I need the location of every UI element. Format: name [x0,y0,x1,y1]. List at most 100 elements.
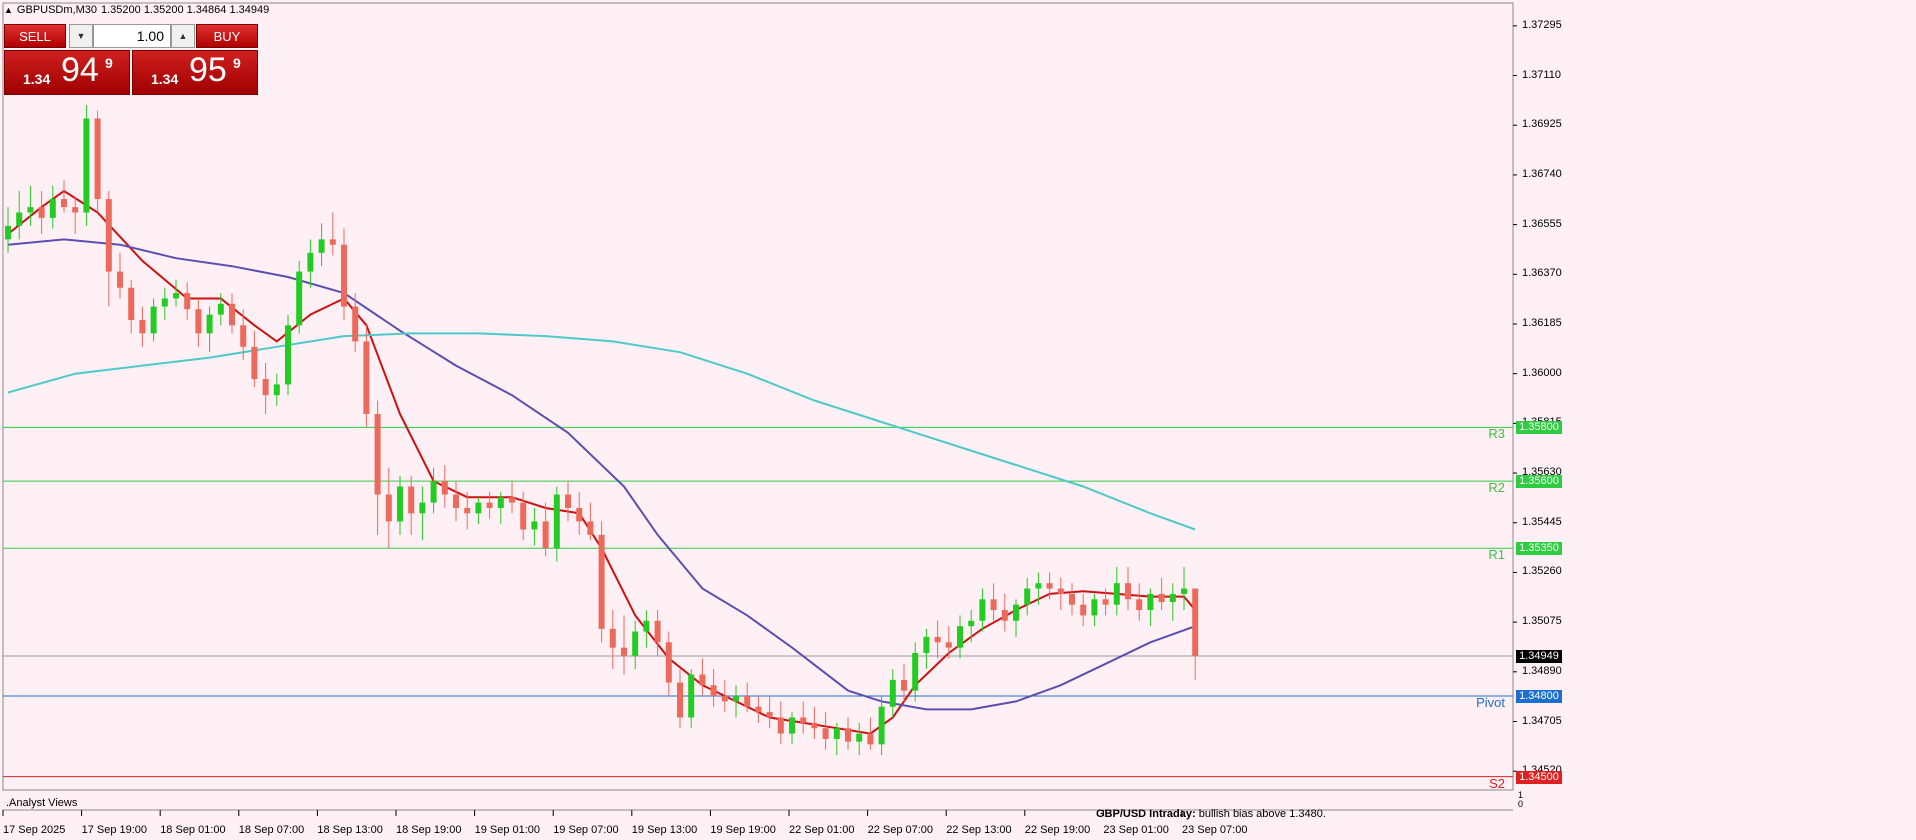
time-axis-label: 18 Sep 07:00 [238,824,305,836]
candle-body [979,599,986,621]
candle-body [576,507,583,522]
ohlc-label: 1.35200 1.35200 1.34864 1.34949 [101,4,270,16]
candle-body [598,534,605,629]
candle-body [341,244,347,307]
candle-body [721,695,728,702]
candle-body [1046,583,1053,589]
price-axis-label: 1.34890 [1522,664,1562,677]
price-axis-label: 1.37110 [1522,68,1561,81]
candle-body [128,287,135,320]
candle-body [800,717,807,723]
buy-button[interactable]: BUY [196,24,258,48]
candle-body [699,674,706,686]
price-axis-label: 1.36000 [1522,366,1562,379]
candle-body [677,682,683,718]
price-axis-label: 1.35260 [1522,565,1562,578]
lot-size-input[interactable] [93,24,171,48]
price-axis-label: 1.35445 [1522,515,1562,528]
candle-body [229,303,235,326]
time-axis-label: 22 Sep 19:00 [1024,824,1091,836]
level-name-label: R3 [1488,426,1505,442]
price-axis-label: 1.36925 [1522,118,1562,131]
level-name-label: Pivot [1476,694,1505,710]
sell-button[interactable]: SELL [4,24,66,48]
candle-body [643,620,650,632]
candle-body [710,685,717,696]
candle-body [1102,599,1109,605]
candle-body [385,494,392,522]
candle-body [285,325,291,385]
candle-body [352,306,359,342]
price-axis-label: 1.36185 [1522,316,1562,329]
candle-body [430,481,437,503]
candle-body [1169,593,1176,602]
ticker-title: GBP/USD Intraday: [1096,808,1196,820]
time-axis-label: 19 Sep 19:00 [710,824,776,836]
candle-body [72,207,79,213]
candle-body [565,494,571,508]
level-price-tag: 1.35600 [1516,475,1562,489]
candle-body [755,706,762,713]
candle-body [363,341,370,414]
collapse-triangle-icon[interactable]: ▲ [4,5,13,15]
candle-body [27,207,34,213]
candle-body [464,507,471,514]
candle-body [475,502,482,514]
candle-body [833,728,840,739]
time-axis-label: 22 Sep 01:00 [789,824,855,836]
level-name-label: R2 [1488,480,1505,496]
current-price-tag: 1.34949 [1516,649,1562,663]
sell-quote-fraction: 9 [105,55,113,71]
candle-body [1057,588,1064,594]
price-axis-label: 1.36370 [1522,267,1562,280]
candle-body [856,733,863,742]
candle-body [867,733,874,745]
sell-quote[interactable]: 1.34 94 9 [4,50,130,95]
lot-increase-icon[interactable]: ▲ [171,24,195,48]
candle-body [1125,583,1131,600]
candle-body [262,379,269,396]
candle-body [38,207,45,218]
candle-body [901,679,907,691]
candle-body [811,722,818,729]
candle-body [497,497,504,508]
candle-body [139,319,146,334]
candle-body [61,199,67,208]
candle-body [173,293,179,299]
buy-quote[interactable]: 1.34 95 9 [132,50,258,95]
level-price-tag: 1.34500 [1516,770,1562,784]
candle-body [397,486,403,522]
time-axis-label: 19 Sep 13:00 [631,824,698,836]
candle-body [665,642,672,683]
lot-decrease-icon[interactable]: ▼ [69,24,93,48]
candle-body [195,309,202,334]
level-price-tag: 1.35350 [1516,542,1562,556]
candle-body [889,679,896,707]
candle-body [217,303,224,315]
time-axis-label: 22 Sep 07:00 [867,824,934,836]
news-ticker: GBP/USD Intraday: bullish bias above 1.3… [1096,808,1326,820]
candle-body [1147,593,1154,611]
time-axis-label: 19 Sep 01:00 [474,824,541,836]
candle-body [822,728,829,739]
time-axis-label: 18 Sep 13:00 [317,824,383,836]
candle-body [733,695,739,702]
time-axis-label: 19 Sep 07:00 [553,824,619,836]
candle-body [531,521,538,530]
candle-body [105,199,112,272]
candle-body [1181,588,1187,594]
candle-body [419,502,426,514]
level-price-tag: 1.35800 [1516,421,1562,435]
price-axis-label: 1.34705 [1522,714,1562,727]
candle-body [934,636,941,643]
candle-body [94,118,101,200]
time-axis-label: 23 Sep 01:00 [1103,824,1169,836]
candle-body [542,521,549,549]
chart-header: ▲ GBPUSDm,M30 1.35200 1.35200 1.34864 1.… [4,4,269,16]
candle-body [441,481,448,495]
candle-body [744,695,751,707]
candle-body [240,325,247,347]
price-axis-label: 1.35075 [1522,615,1562,628]
candle-body [654,620,661,643]
candle-body [206,314,213,334]
